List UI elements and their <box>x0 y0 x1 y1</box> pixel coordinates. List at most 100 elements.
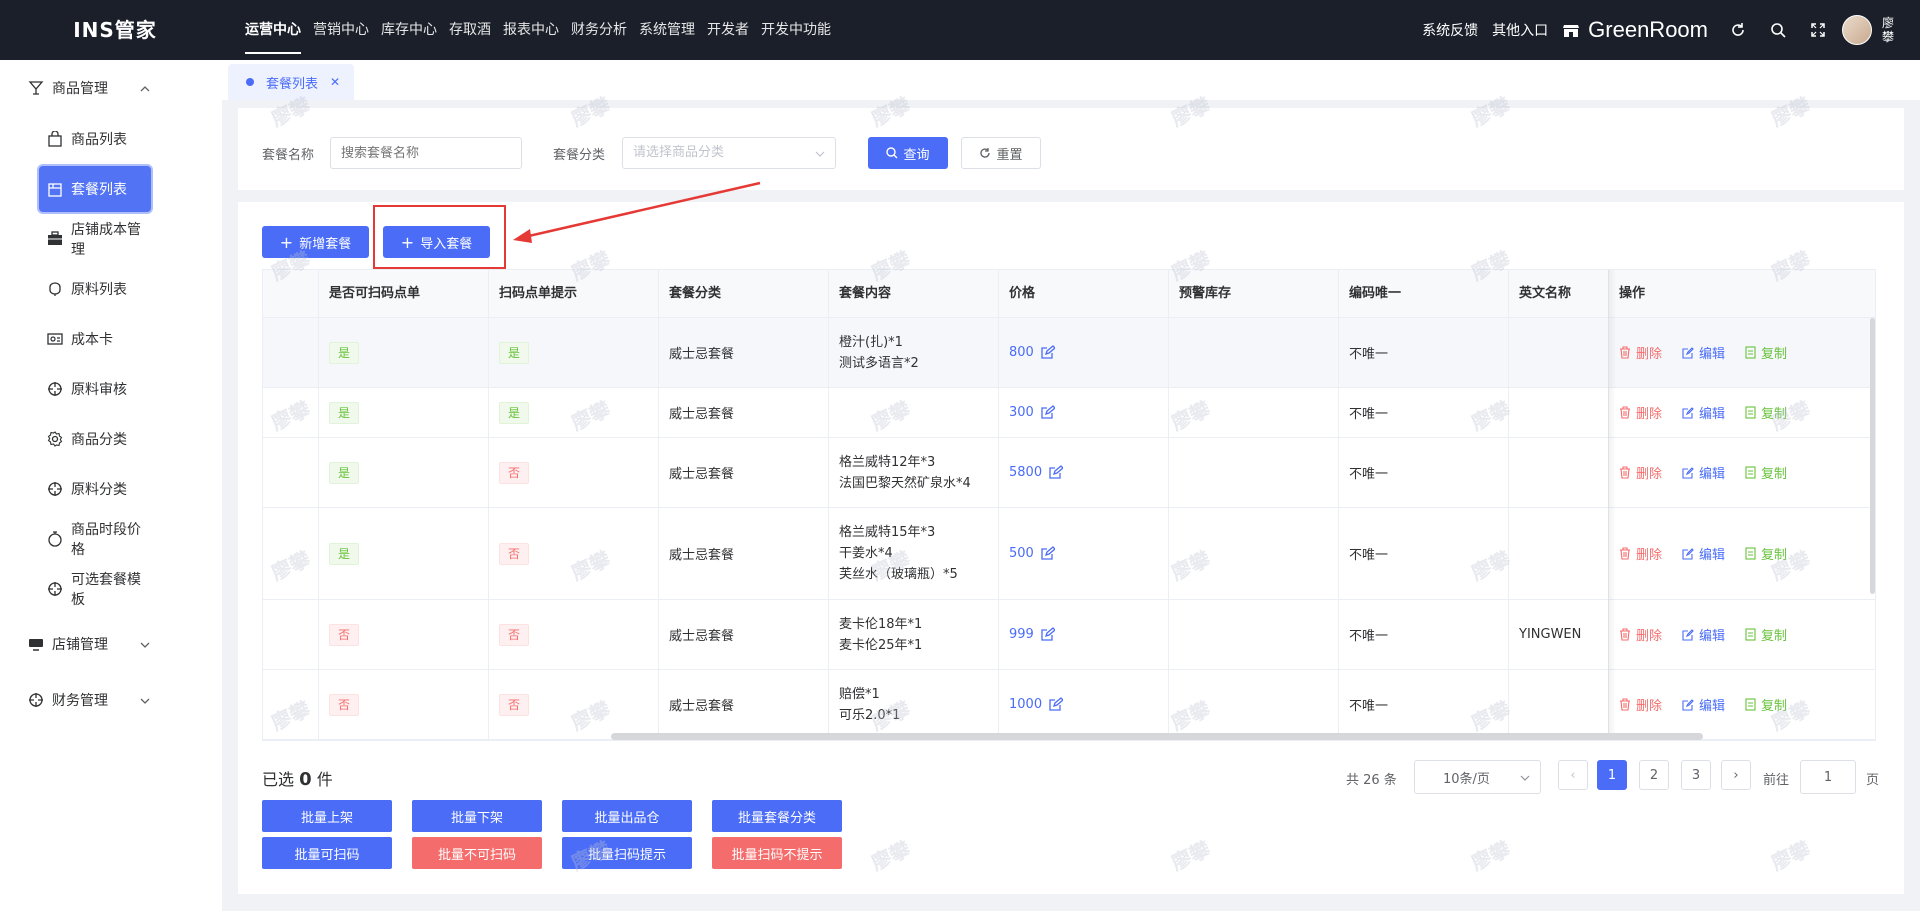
delete-button[interactable]: 删除 <box>1619 544 1662 563</box>
copy-button[interactable]: 复制 <box>1745 463 1787 482</box>
page-button-2[interactable]: 2 <box>1639 760 1669 790</box>
goto-page-input[interactable] <box>1800 760 1856 794</box>
sidebar-item-ingredient-category[interactable]: 原料分类 <box>39 466 151 512</box>
copy-button[interactable]: 复制 <box>1745 625 1787 644</box>
package-name-input[interactable] <box>330 137 522 169</box>
menu-group-finance[interactable]: 财务管理 <box>0 672 222 728</box>
delete-button[interactable]: 删除 <box>1619 463 1662 482</box>
edit-icon[interactable] <box>1048 465 1064 480</box>
query-button[interactable]: 查询 <box>868 137 948 169</box>
avatar[interactable] <box>1842 15 1872 45</box>
sidebar-item-time-price[interactable]: 商品时段价格 <box>39 516 151 562</box>
category-cell: 威士忌套餐 <box>659 600 829 669</box>
sidebar-item-package-list[interactable]: 套餐列表 <box>39 166 151 212</box>
trash-icon <box>1620 346 1630 359</box>
sidebar-item-package-template[interactable]: 可选套餐模板 <box>39 566 151 612</box>
copy-label: 复制 <box>1761 347 1788 362</box>
batch-scan-hint-button[interactable]: 批量扫码提示 <box>562 837 692 869</box>
batch-list-button[interactable]: 批量上架 <box>262 800 392 832</box>
selected-count: 已选 0 件 <box>262 766 333 790</box>
page-button-3[interactable]: 3 <box>1681 760 1711 790</box>
app-logo[interactable]: INS管家 <box>0 0 230 60</box>
nav-finance[interactable]: 财务分析 <box>571 0 627 60</box>
delete-button[interactable]: 删除 <box>1619 403 1662 422</box>
edit-button[interactable]: 编辑 <box>1682 625 1725 644</box>
edit-button[interactable]: 编辑 <box>1682 403 1725 422</box>
reset-button[interactable]: 重置 <box>961 137 1041 169</box>
batch-category-button[interactable]: 批量套餐分类 <box>712 800 842 832</box>
price-value[interactable]: 800 <box>1009 345 1055 360</box>
copy-button[interactable]: 复制 <box>1745 695 1787 714</box>
fixed-column-shadow <box>1608 270 1616 740</box>
edit-button[interactable]: 编辑 <box>1682 544 1725 563</box>
nav-reports[interactable]: 报表中心 <box>503 0 559 60</box>
delete-button[interactable]: 删除 <box>1619 343 1662 362</box>
batch-scannable-button[interactable]: 批量可扫码 <box>262 837 392 869</box>
store-switcher[interactable]: GreenRoom <box>1562 17 1708 43</box>
page-size-select[interactable]: 10条/页 <box>1414 760 1541 794</box>
nav-dev-features[interactable]: 开发中功能 <box>761 0 831 60</box>
package-category-select[interactable]: 请选择商品分类 <box>622 137 836 169</box>
cocktail-icon <box>28 80 44 96</box>
close-icon[interactable]: ✕ <box>330 75 340 89</box>
delete-button[interactable]: 删除 <box>1619 695 1662 714</box>
delete-button[interactable]: 删除 <box>1619 625 1662 644</box>
content-line: 可乐2.0*1 <box>839 707 901 723</box>
horizontal-scrollbar[interactable] <box>611 733 1703 740</box>
nav-ops-center[interactable]: 运营中心 <box>245 0 301 60</box>
search-icon <box>886 147 898 159</box>
edit-icon[interactable] <box>1040 627 1055 642</box>
sidebar-item-goods-category[interactable]: 商品分类 <box>39 416 151 462</box>
other-entry-link[interactable]: 其他入口 <box>1492 20 1548 40</box>
copy-button[interactable]: 复制 <box>1745 403 1787 422</box>
menu-group-store[interactable]: 店铺管理 <box>0 616 222 672</box>
sidebar-item-goods-list[interactable]: 商品列表 <box>39 116 151 162</box>
edit-icon[interactable] <box>1040 405 1055 420</box>
copy-button[interactable]: 复制 <box>1745 343 1787 362</box>
price-value[interactable]: 999 <box>1009 627 1055 642</box>
batch-delist-button[interactable]: 批量下架 <box>412 800 542 832</box>
copy-button[interactable]: 复制 <box>1745 544 1787 563</box>
content-line: 法国巴黎天然矿泉水*4 <box>839 475 971 491</box>
nav-developer[interactable]: 开发者 <box>707 0 749 60</box>
menu-group-goods[interactable]: 商品管理 <box>0 60 222 116</box>
batch-warehouse-button[interactable]: 批量出品仓 <box>562 800 692 832</box>
sidebar-item-store-cost[interactable]: 店铺成本管理 <box>39 216 151 262</box>
select-column-header[interactable] <box>263 270 319 318</box>
feedback-link[interactable]: 系统反馈 <box>1422 20 1478 40</box>
nav-inventory[interactable]: 库存中心 <box>381 0 437 60</box>
add-package-button[interactable]: + 新增套餐 <box>262 226 369 258</box>
search-icon[interactable] <box>1758 0 1798 60</box>
edit-icon[interactable] <box>1040 546 1055 561</box>
batch-unscannable-button[interactable]: 批量不可扫码 <box>412 837 542 869</box>
refresh-icon[interactable] <box>1718 0 1758 60</box>
price-value[interactable]: 1000 <box>1009 697 1064 712</box>
edit-button[interactable]: 编辑 <box>1682 463 1725 482</box>
category-cell: 威士忌套餐 <box>659 318 829 387</box>
edit-button[interactable]: 编辑 <box>1682 343 1725 362</box>
fullscreen-icon[interactable] <box>1798 0 1838 60</box>
vertical-scrollbar[interactable] <box>1870 318 1875 594</box>
tab-package-list[interactable]: 套餐列表 ✕ <box>228 64 355 100</box>
add-package-label: 新增套餐 <box>299 236 352 252</box>
prev-page-button[interactable]: ‹ <box>1558 760 1588 790</box>
price-text: 300 <box>1009 405 1034 420</box>
chevron-down-icon <box>140 638 150 654</box>
nav-wine-storage[interactable]: 存取酒 <box>449 0 491 60</box>
menu-group-finance-label: 财务管理 <box>52 693 108 709</box>
sidebar-item-ingredients[interactable]: 原料列表 <box>39 266 151 312</box>
price-value[interactable]: 300 <box>1009 405 1055 420</box>
next-page-button[interactable]: › <box>1721 760 1751 790</box>
edit-icon[interactable] <box>1048 697 1064 712</box>
sidebar-item-ingredient-review[interactable]: 原料审核 <box>39 366 151 412</box>
nav-marketing[interactable]: 营销中心 <box>313 0 369 60</box>
page-button-1[interactable]: 1 <box>1597 760 1627 790</box>
edit-icon[interactable] <box>1040 345 1055 360</box>
sidebar-item-cost-card[interactable]: 成本卡 <box>39 316 151 362</box>
edit-button[interactable]: 编辑 <box>1682 695 1725 714</box>
price-value[interactable]: 5800 <box>1009 465 1064 480</box>
user-name[interactable]: 廖攀 <box>1882 16 1896 44</box>
nav-system[interactable]: 系统管理 <box>639 0 695 60</box>
batch-no-scan-hint-button[interactable]: 批量扫码不提示 <box>712 837 842 869</box>
price-value[interactable]: 500 <box>1009 546 1055 561</box>
